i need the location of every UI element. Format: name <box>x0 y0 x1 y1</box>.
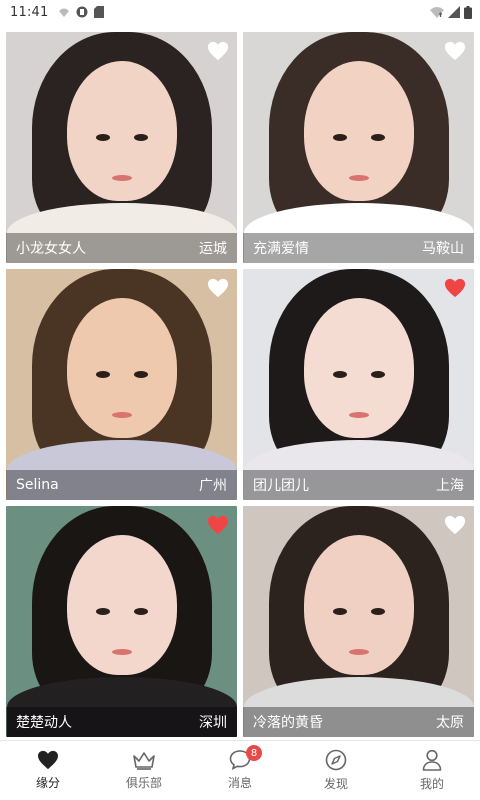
user-city: 深圳 <box>199 715 227 731</box>
user-name: Selina <box>16 477 59 493</box>
user-card[interactable]: 小龙女女人 运城 <box>6 32 237 263</box>
photo-eye <box>95 607 110 615</box>
nav-label: 俱乐部 <box>125 776 162 790</box>
like-heart-icon[interactable] <box>207 277 229 299</box>
user-card[interactable]: 冷落的黄昏 太原 <box>243 506 474 737</box>
user-name: 小龙女女人 <box>16 241 86 257</box>
user-name: 冷落的黄昏 <box>253 715 323 731</box>
like-heart-icon[interactable] <box>207 40 229 62</box>
user-grid: 小龙女女人 运城 充满爱情 马鞍山 Selina 广州 团儿团儿 上海 楚楚动人… <box>0 24 480 740</box>
like-heart-icon[interactable] <box>444 514 466 536</box>
user-card[interactable]: 充满爱情 马鞍山 <box>243 32 474 263</box>
photo-eye <box>332 607 347 615</box>
battery-icon <box>464 5 472 19</box>
user-card[interactable]: 楚楚动人 深圳 <box>6 506 237 737</box>
user-city: 运城 <box>199 241 227 257</box>
photo-eye <box>370 607 385 615</box>
user-city: 马鞍山 <box>422 241 464 257</box>
photo-eye <box>95 133 110 141</box>
card-caption: Selina 广州 <box>6 470 237 500</box>
system-icons <box>430 5 472 19</box>
photo-eye <box>133 370 148 378</box>
user-name: 充满爱情 <box>253 241 309 257</box>
unread-badge: 8 <box>246 745 262 761</box>
card-caption: 团儿团儿 上海 <box>243 470 474 500</box>
user-card[interactable]: 团儿团儿 上海 <box>243 269 474 500</box>
user-city: 上海 <box>436 478 464 494</box>
sd-card-icon <box>94 6 105 18</box>
user-name: 团儿团儿 <box>253 478 309 494</box>
person-icon <box>422 749 442 771</box>
status-time: 11:41 <box>10 4 49 20</box>
nav-tab-me[interactable]: 我的 <box>384 741 480 800</box>
app-notification-icon <box>76 6 88 18</box>
photo-eye <box>133 607 148 615</box>
like-heart-icon[interactable] <box>444 40 466 62</box>
photo-eye <box>332 370 347 378</box>
photo-eye <box>133 133 148 141</box>
user-city: 广州 <box>199 478 227 494</box>
like-heart-icon[interactable] <box>207 514 229 536</box>
compass-icon <box>325 749 347 771</box>
card-caption: 充满爱情 马鞍山 <box>243 233 474 263</box>
status-bar: 11:41 <box>0 0 480 24</box>
notification-icons <box>58 6 105 18</box>
heart-icon <box>38 750 58 770</box>
wifi-icon <box>430 7 444 18</box>
nav-label: 发现 <box>323 777 348 791</box>
nav-label: 消息 <box>227 776 252 790</box>
user-card[interactable]: Selina 广州 <box>6 269 237 500</box>
nav-label: 我的 <box>419 777 444 791</box>
nav-tab-yuanfen[interactable]: 缘分 <box>0 741 96 800</box>
user-name: 楚楚动人 <box>16 715 72 731</box>
photo-eye <box>370 370 385 378</box>
photo-eye <box>95 370 110 378</box>
crown-icon <box>133 752 155 770</box>
notification-icon <box>59 8 70 17</box>
bottom-nav: 缘分 俱乐部 8 消息 发现 我的 <box>0 741 480 800</box>
nav-tab-club[interactable]: 俱乐部 <box>96 741 192 800</box>
photo-eye <box>370 133 385 141</box>
user-city: 太原 <box>436 715 464 731</box>
card-caption: 小龙女女人 运城 <box>6 233 237 263</box>
card-caption: 冷落的黄昏 太原 <box>243 707 474 737</box>
nav-tab-discover[interactable]: 发现 <box>288 741 384 800</box>
signal-icon <box>448 6 460 18</box>
card-caption: 楚楚动人 深圳 <box>6 707 237 737</box>
nav-tab-messages[interactable]: 8 消息 <box>192 741 288 800</box>
like-heart-icon[interactable] <box>444 277 466 299</box>
photo-eye <box>332 133 347 141</box>
nav-label: 缘分 <box>35 776 60 790</box>
